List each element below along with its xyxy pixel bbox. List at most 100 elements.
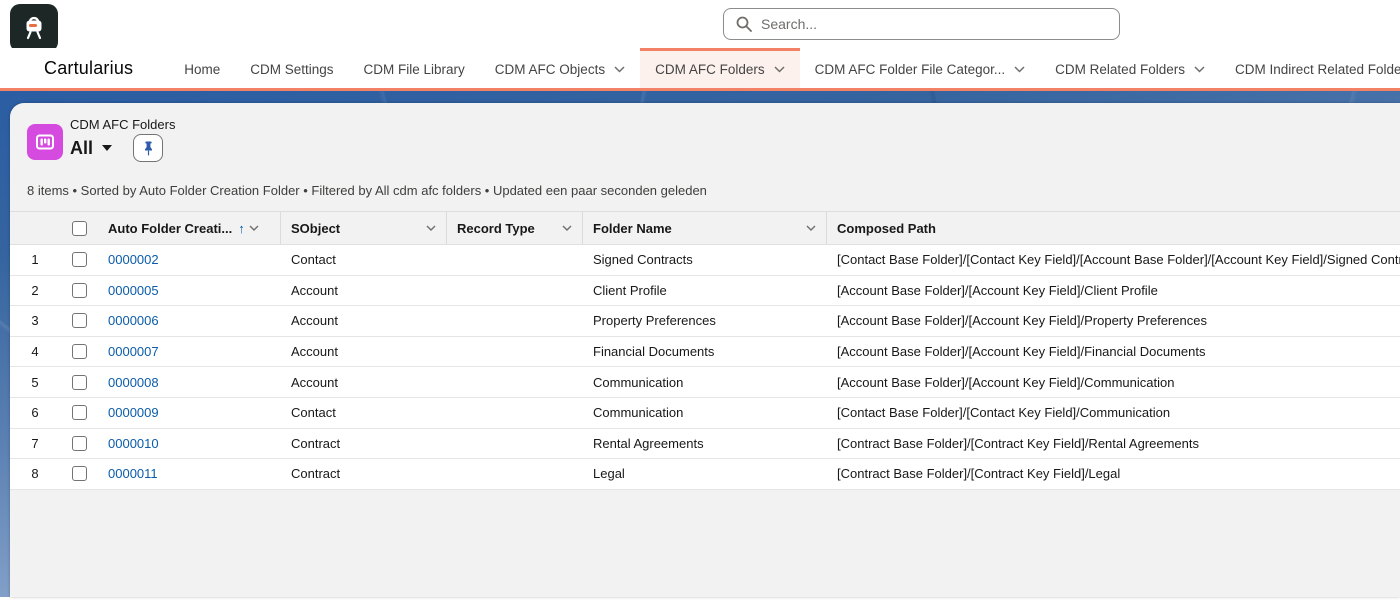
cell-folder-name: Rental Agreements bbox=[583, 436, 827, 451]
record-link[interactable]: 0000011 bbox=[108, 466, 158, 481]
column-header-auto-folder-creation[interactable]: Auto Folder Creati... ↑ bbox=[98, 212, 281, 244]
record-link[interactable]: 0000010 bbox=[108, 436, 159, 451]
cell-folder-name: Signed Contracts bbox=[583, 252, 827, 267]
column-label: Folder Name bbox=[593, 221, 672, 236]
row-number: 4 bbox=[10, 344, 60, 359]
row-checkbox[interactable] bbox=[72, 405, 87, 420]
chevron-down-icon[interactable] bbox=[1194, 66, 1205, 73]
chevron-down-icon[interactable] bbox=[249, 225, 259, 231]
nav-tabs: Home CDM Settings CDM File Library CDM A… bbox=[169, 48, 1400, 88]
tab-home[interactable]: Home bbox=[169, 48, 235, 88]
chevron-down-icon[interactable] bbox=[774, 66, 785, 73]
cell-composed-path: [Contact Base Folder]/[Contact Key Field… bbox=[827, 252, 1400, 267]
table-row[interactable]: 4 0000007 Account Financial Documents [A… bbox=[10, 337, 1400, 368]
tab-label: CDM Related Folders bbox=[1055, 62, 1185, 77]
tab-label: CDM AFC Folder File Categor... bbox=[815, 62, 1006, 77]
cell-folder-name: Communication bbox=[583, 405, 827, 420]
row-checkbox[interactable] bbox=[72, 466, 87, 481]
table-row[interactable]: 5 0000008 Account Communication [Account… bbox=[10, 367, 1400, 398]
cell-composed-path: [Account Base Folder]/[Account Key Field… bbox=[827, 313, 1400, 328]
org-logo[interactable] bbox=[10, 4, 58, 52]
column-label: SObject bbox=[291, 221, 340, 236]
column-label: Composed Path bbox=[837, 221, 936, 236]
table-row[interactable]: 3 0000006 Account Property Preferences [… bbox=[10, 306, 1400, 337]
tab-cdm-file-library[interactable]: CDM File Library bbox=[349, 48, 480, 88]
cdm-afc-folders-object-icon bbox=[27, 124, 63, 160]
cell-composed-path: [Contract Base Folder]/[Contract Key Fie… bbox=[827, 466, 1400, 481]
tab-cdm-afc-objects[interactable]: CDM AFC Objects bbox=[480, 48, 640, 88]
row-number: 7 bbox=[10, 436, 60, 451]
chevron-down-icon[interactable] bbox=[562, 225, 572, 231]
column-header-folder-name[interactable]: Folder Name bbox=[583, 212, 827, 244]
record-link[interactable]: 0000002 bbox=[108, 252, 159, 267]
nav-bar: Cartularius Home CDM Settings CDM File L… bbox=[0, 48, 1400, 91]
tab-label: CDM AFC Folders bbox=[655, 62, 765, 77]
record-link[interactable]: 0000007 bbox=[108, 344, 159, 359]
record-link[interactable]: 0000005 bbox=[108, 283, 159, 298]
sort-ascending-icon: ↑ bbox=[238, 221, 245, 236]
chevron-down-icon[interactable] bbox=[426, 225, 436, 231]
record-link[interactable]: 0000006 bbox=[108, 313, 159, 328]
entity-label: CDM AFC Folders bbox=[70, 117, 175, 132]
column-header-record-type[interactable]: Record Type bbox=[447, 212, 583, 244]
list-view-header: CDM AFC Folders All 8 items • Sorted by … bbox=[10, 103, 1400, 211]
column-header-sobject[interactable]: SObject bbox=[281, 212, 447, 244]
chevron-down-icon[interactable] bbox=[806, 225, 816, 231]
cell-composed-path: [Contract Base Folder]/[Contract Key Fie… bbox=[827, 436, 1400, 451]
list-view-status: 8 items • Sorted by Auto Folder Creation… bbox=[27, 183, 707, 198]
global-search bbox=[723, 8, 1120, 40]
pin-list-view-button[interactable] bbox=[133, 134, 163, 162]
row-checkbox[interactable] bbox=[72, 252, 87, 267]
row-number: 1 bbox=[10, 252, 60, 267]
list-view-selector-caret-icon[interactable] bbox=[102, 145, 112, 151]
row-checkbox[interactable] bbox=[72, 283, 87, 298]
cell-sobject: Contract bbox=[281, 466, 447, 481]
row-checkbox[interactable] bbox=[72, 436, 87, 451]
cell-sobject: Account bbox=[281, 283, 447, 298]
table-row[interactable]: 1 0000002 Contact Signed Contracts [Cont… bbox=[10, 245, 1400, 276]
cell-sobject: Account bbox=[281, 344, 447, 359]
table-row[interactable]: 7 0000010 Contract Rental Agreements [Co… bbox=[10, 429, 1400, 460]
column-label: Auto Folder Creati... bbox=[108, 221, 232, 236]
row-checkbox[interactable] bbox=[72, 375, 87, 390]
cell-sobject: Contact bbox=[281, 405, 447, 420]
row-number: 3 bbox=[10, 313, 60, 328]
chevron-down-icon[interactable] bbox=[614, 66, 625, 73]
row-number: 2 bbox=[10, 283, 60, 298]
cell-folder-name: Legal bbox=[583, 466, 827, 481]
select-all-checkbox[interactable] bbox=[72, 221, 87, 236]
tab-cdm-indirect-related-folders[interactable]: CDM Indirect Related Folders bbox=[1220, 48, 1400, 88]
grill-lock-logo-icon bbox=[18, 12, 50, 44]
list-view-panel: CDM AFC Folders All 8 items • Sorted by … bbox=[10, 103, 1400, 597]
tab-cdm-afc-folders[interactable]: CDM AFC Folders bbox=[640, 48, 800, 88]
tab-label: CDM File Library bbox=[364, 62, 465, 77]
row-number-header bbox=[10, 212, 60, 244]
list-view-name: All bbox=[70, 138, 93, 159]
tab-cdm-afc-folder-file-categories[interactable]: CDM AFC Folder File Categor... bbox=[800, 48, 1041, 88]
pushpin-icon bbox=[142, 141, 155, 156]
column-header-composed-path[interactable]: Composed Path bbox=[827, 212, 1400, 244]
tab-label: CDM Indirect Related Folders bbox=[1235, 62, 1400, 77]
records-table: Auto Folder Creati... ↑ SObject Record T… bbox=[10, 211, 1400, 490]
table-row[interactable]: 6 0000009 Contact Communication [Contact… bbox=[10, 398, 1400, 429]
row-number: 5 bbox=[10, 375, 60, 390]
row-checkbox[interactable] bbox=[72, 313, 87, 328]
cell-folder-name: Property Preferences bbox=[583, 313, 827, 328]
tab-cdm-related-folders[interactable]: CDM Related Folders bbox=[1040, 48, 1220, 88]
table-row[interactable]: 8 0000011 Contract Legal [Contract Base … bbox=[10, 459, 1400, 490]
chevron-down-icon[interactable] bbox=[1014, 66, 1025, 73]
cell-folder-name: Communication bbox=[583, 375, 827, 390]
row-number: 8 bbox=[10, 466, 60, 481]
cell-composed-path: [Account Base Folder]/[Account Key Field… bbox=[827, 283, 1400, 298]
tab-label: CDM AFC Objects bbox=[495, 62, 605, 77]
row-checkbox[interactable] bbox=[72, 344, 87, 359]
app-background: CDM AFC Folders All 8 items • Sorted by … bbox=[0, 91, 1400, 597]
cell-sobject: Account bbox=[281, 375, 447, 390]
search-input[interactable] bbox=[761, 16, 1107, 32]
table-row[interactable]: 2 0000005 Account Client Profile [Accoun… bbox=[10, 276, 1400, 307]
cell-composed-path: [Contact Base Folder]/[Contact Key Field… bbox=[827, 405, 1400, 420]
record-link[interactable]: 0000008 bbox=[108, 375, 159, 390]
tab-cdm-settings[interactable]: CDM Settings bbox=[235, 48, 348, 88]
record-link[interactable]: 0000009 bbox=[108, 405, 159, 420]
book-icon bbox=[34, 131, 56, 153]
